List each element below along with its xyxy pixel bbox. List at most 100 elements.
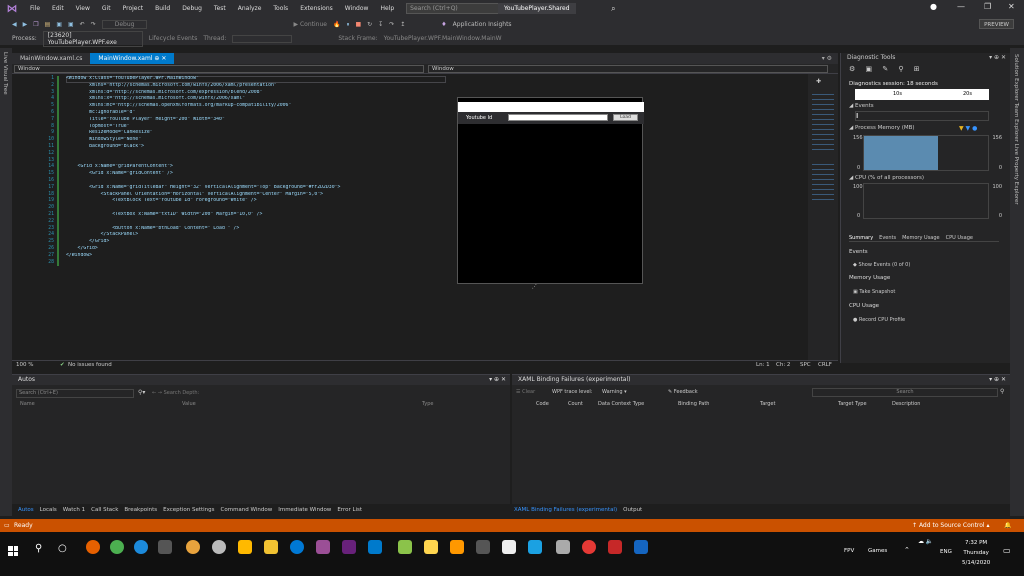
code-line[interactable]: xmlns:d="http://schemas.microsoft.com/ex… — [66, 90, 446, 97]
menu-window[interactable]: Window — [339, 5, 375, 12]
issues-status[interactable]: No issues found — [68, 362, 112, 368]
redo-icon[interactable]: ↷ — [91, 21, 96, 28]
code-line[interactable] — [66, 151, 446, 158]
app-red-icon[interactable] — [582, 540, 596, 554]
code-line[interactable] — [66, 219, 446, 226]
autos-column-type[interactable]: Type — [422, 401, 433, 407]
app-blue-icon[interactable] — [634, 540, 648, 554]
visual-studio-preview-icon[interactable] — [342, 540, 356, 554]
taskbar-search-icon[interactable]: ⚲ — [35, 543, 42, 554]
code-line[interactable]: ResizeMode="CanResize" — [66, 130, 446, 137]
cpu-chart[interactable] — [863, 183, 989, 219]
bottom-tab-output[interactable]: Output — [623, 505, 642, 516]
code-line[interactable] — [66, 158, 446, 165]
file-explorer-icon[interactable] — [264, 540, 278, 554]
process-dropdown[interactable]: [23620] YouTubePlayer.WPF.exe — [42, 30, 143, 47]
pause-icon[interactable]: ⏸ — [346, 21, 349, 29]
menu-help[interactable]: Help — [374, 5, 400, 12]
code-line[interactable]: <TextBox x:Name="txtID" Width="200" Marg… — [66, 212, 446, 219]
autos-search-depth[interactable]: ← → Search Depth: — [152, 390, 199, 396]
edge-icon[interactable] — [134, 540, 148, 554]
code-line[interactable]: </Grid> — [66, 239, 446, 246]
memory-chart[interactable] — [863, 135, 989, 171]
app-red2-icon[interactable] — [608, 540, 622, 554]
menu-git[interactable]: Git — [96, 5, 117, 12]
code-line[interactable]: <Grid x:Name="gridTitleBar" Height="32" … — [66, 185, 446, 192]
search-input[interactable]: Search (Ctrl+Q) — [406, 3, 512, 14]
forward-icon[interactable]: ▶ — [23, 21, 28, 28]
code-line[interactable]: WindowStyle="None" — [66, 137, 446, 144]
search-icon[interactable]: ⌕ — [611, 4, 615, 14]
bottom-tab-command-window[interactable]: Command Window — [221, 505, 273, 516]
zoom-level[interactable]: 100 % — [16, 362, 33, 368]
binding-column-data-context-type[interactable]: Data Context Type — [598, 401, 644, 407]
autos-column-value[interactable]: Value — [182, 401, 196, 407]
menu-test[interactable]: Test — [208, 5, 232, 12]
diag-tab-events[interactable]: Events — [879, 235, 896, 241]
show-events-link[interactable]: ◆ Show Events (0 of 0) — [853, 262, 910, 268]
diag-tab-memory-usage[interactable]: Memory Usage — [902, 235, 940, 241]
menu-tools[interactable]: Tools — [267, 5, 294, 12]
account-avatar-icon[interactable]: ● — [930, 2, 937, 11]
vscode-icon[interactable] — [368, 540, 382, 554]
open-icon[interactable]: ▤ — [45, 21, 51, 28]
diag-tab-cpu-usage[interactable]: CPU Usage — [946, 235, 973, 241]
code-line[interactable]: <Button x:Name="btnLoad" Content=" Load … — [66, 226, 446, 233]
games-label[interactable]: Games — [868, 548, 887, 554]
visual-studio-icon[interactable] — [316, 540, 330, 554]
app-c-icon[interactable] — [528, 540, 542, 554]
live-visual-tree-tab[interactable]: Live Visual Tree — [2, 52, 8, 95]
sublime-icon[interactable] — [450, 540, 464, 554]
firefox-icon[interactable] — [86, 540, 100, 554]
autos-search-input[interactable]: Search (Ctrl+E) — [16, 389, 134, 398]
code-line[interactable]: </Grid> — [66, 246, 446, 253]
bottom-tab-xaml-binding-failures-experimental-[interactable]: XAML Binding Failures (experimental) — [514, 505, 617, 516]
undo-icon[interactable]: ↶ — [80, 21, 85, 28]
restore-icon[interactable]: ❐ — [984, 2, 991, 11]
tab-overflow-icon[interactable]: ▾ ⚙ — [822, 53, 838, 64]
action-center-icon[interactable]: ▭ — [1003, 546, 1011, 555]
right-tool-tabs[interactable]: Solution Explorer Team Explorer Live Pro… — [1013, 54, 1019, 205]
app-orange-icon[interactable] — [186, 540, 200, 554]
code-line[interactable]: </StackPanel> — [66, 232, 446, 239]
autos-column-name[interactable]: Name — [20, 401, 35, 407]
autos-controls-icon[interactable]: ▾ ⊕ ✕ — [489, 375, 510, 385]
store-icon[interactable] — [238, 540, 252, 554]
stop-icon[interactable]: ■ — [355, 21, 361, 28]
chrome-icon[interactable] — [110, 540, 124, 554]
menu-file[interactable]: File — [24, 5, 46, 12]
language-indicator[interactable]: ENG — [940, 549, 952, 555]
tab-mainwindow-xaml[interactable]: MainWindow.xaml ⊕ ✕ — [90, 53, 175, 64]
timeline-ruler[interactable]: 10s 20s — [855, 89, 989, 100]
step-out-icon[interactable]: ↥ — [400, 21, 405, 28]
binding-controls-icon[interactable]: ▾ ⊕ ✕ — [989, 375, 1010, 385]
code-line[interactable]: mc:Ignorable="d" — [66, 110, 446, 117]
code-line[interactable]: <StackPanel Orientation="Horizontal" Ver… — [66, 192, 446, 199]
close-icon[interactable]: ✕ — [1008, 2, 1015, 11]
preview-id-textbox[interactable] — [508, 114, 608, 121]
code-text[interactable]: <Window x:Class="YouTubePlayer.WPF.MainW… — [66, 76, 446, 266]
menu-project[interactable]: Project — [117, 5, 150, 12]
save-icon[interactable]: ▣ — [56, 21, 62, 28]
code-line[interactable]: xmlns:mc="http://schemas.openxmlformats.… — [66, 103, 446, 110]
task-view-icon[interactable]: ○ — [58, 543, 67, 554]
binding-column-description[interactable]: Description — [892, 401, 920, 407]
new-project-icon[interactable]: ❐ — [33, 21, 38, 28]
back-icon[interactable]: ◀ — [12, 21, 17, 28]
feedback-button[interactable]: ✎ Feedback — [668, 389, 698, 395]
editor-minimap[interactable]: ✚ — [808, 74, 838, 360]
binding-column-target-type[interactable]: Target Type — [838, 401, 867, 407]
menu-build[interactable]: Build — [149, 5, 176, 12]
autos-search-icon[interactable]: ⚲▾ — [138, 389, 145, 396]
app-n-icon[interactable] — [158, 540, 172, 554]
code-line[interactable] — [66, 205, 446, 212]
preview-badge[interactable]: PREVIEW — [979, 19, 1014, 29]
binding-column-target[interactable]: Target — [760, 401, 775, 407]
configuration-dropdown[interactable]: Debug — [101, 20, 148, 29]
binding-search-input[interactable]: Search — [812, 388, 998, 397]
code-line[interactable]: xmlns="http://schemas.microsoft.com/winf… — [66, 83, 446, 90]
xaml-editor[interactable]: 1 2 3 4 5 6 7 8 9 10 11 12 13 14 15 16 17 18 19 20 21 22 23 24 2… — [12, 74, 838, 360]
code-line[interactable]: <Grid x:Name="gridContent" /> — [66, 171, 446, 178]
binding-column-binding-path[interactable]: Binding Path — [678, 401, 709, 407]
app-dark-icon[interactable] — [476, 540, 490, 554]
